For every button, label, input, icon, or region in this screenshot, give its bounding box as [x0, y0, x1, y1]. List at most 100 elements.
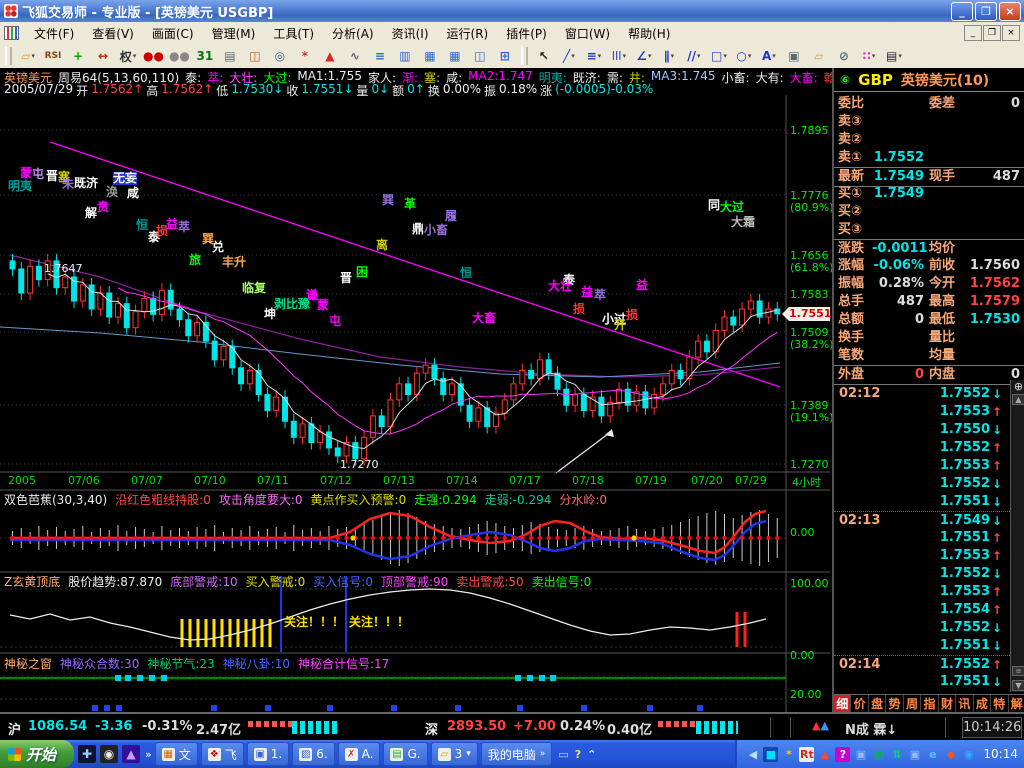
quote-tab-特[interactable]: 特 — [991, 695, 1008, 712]
ie-icon[interactable]: e — [925, 747, 940, 762]
p3-blue-square — [265, 705, 271, 711]
quote-tab-解[interactable]: 解 — [1009, 695, 1024, 712]
keyboard-icon[interactable]: ▭ — [558, 748, 568, 761]
taskbar-button-3[interactable]: ▱3▾ — [431, 742, 478, 766]
scroll-grip[interactable]: ≡ — [1012, 666, 1024, 676]
scroll-down-icon[interactable]: ▼ — [1012, 680, 1024, 691]
minimize-button[interactable]: _ — [951, 2, 973, 21]
menu-查看(V)[interactable]: 查看(V) — [83, 23, 143, 44]
green-grid-icon[interactable]: ▦ — [871, 747, 886, 762]
book-icon[interactable]: ◫ — [243, 45, 267, 67]
move-cross-icon[interactable]: + — [66, 45, 90, 67]
gray-lights-icon[interactable]: ●● — [167, 45, 192, 67]
menu-管理(M)[interactable]: 管理(M) — [203, 23, 265, 44]
calendar-icon[interactable]: 31 — [193, 45, 217, 67]
fanlines-tool-icon[interactable]: ∠▾ — [632, 45, 656, 67]
menu-插件(P)[interactable]: 插件(P) — [497, 23, 556, 44]
copy-tool-icon[interactable]: ▣ — [782, 45, 806, 67]
updown-icon[interactable]: ⇅ — [889, 747, 904, 762]
monitor-icon[interactable]: ■ — [763, 747, 778, 762]
tick-scrollbar[interactable]: ⊕ ▲ ≡ ▼ — [1010, 380, 1024, 692]
antenna-icon[interactable]: ▲ — [817, 747, 832, 762]
list-view-icon[interactable]: ≡ — [368, 45, 392, 67]
tools-icon[interactable]: * — [293, 45, 317, 67]
quick-launch-2[interactable]: ◉ — [100, 745, 118, 763]
alarm-bell-icon[interactable]: ▲ — [318, 45, 342, 67]
quote-tab-盘[interactable]: 盘 — [869, 695, 886, 712]
quote-tab-讯[interactable]: 讯 — [956, 695, 973, 712]
quote-tab-势[interactable]: 势 — [886, 695, 903, 712]
quote-tab-指[interactable]: 指 — [921, 695, 938, 712]
menu-帮助(H)[interactable]: 帮助(H) — [619, 23, 679, 44]
taskbar-button-飞[interactable]: ❖飞 — [201, 742, 244, 766]
main-chart-svg[interactable] — [0, 95, 830, 712]
trendline-tool-icon[interactable]: ╱▾ — [557, 45, 581, 67]
eraser-tool-icon[interactable]: ▱ — [807, 45, 831, 67]
menu-分析(A)[interactable]: 分析(A) — [323, 23, 383, 44]
chart-window1-icon[interactable]: ▦ — [418, 45, 442, 67]
menu-文件(F)[interactable]: 文件(F) — [25, 23, 83, 44]
menu-窗口(W)[interactable]: 窗口(W) — [556, 23, 619, 44]
open-chart-icon[interactable]: ▱▾ — [16, 45, 40, 67]
text-tool-icon[interactable]: A▾ — [757, 45, 781, 67]
expand-icon[interactable]: ⌃ — [587, 748, 596, 761]
chart-window3-icon[interactable]: ◫ — [468, 45, 492, 67]
burst-icon[interactable]: * — [781, 747, 796, 762]
pointer-icon[interactable]: ↖ — [532, 45, 556, 67]
taskbar-button-6.[interactable]: ▨6. — [292, 742, 334, 766]
menu-运行(R)[interactable]: 运行(R) — [438, 23, 498, 44]
mdi-restore-button[interactable]: ❐ — [983, 25, 1001, 41]
spread-arrow-icon[interactable]: ↔ — [91, 45, 115, 67]
scroll-up-icon[interactable]: ▲ — [1012, 394, 1024, 405]
taskbar-button-G.[interactable]: ▤G. — [383, 742, 427, 766]
pages-icon[interactable]: ▤ — [218, 45, 242, 67]
save-tool-icon[interactable]: ▤▾ — [882, 45, 906, 67]
quick-launch-3[interactable]: ▲ — [122, 745, 140, 763]
rights-adjust-icon[interactable]: 权▾ — [116, 45, 140, 67]
taskbar-button-文[interactable]: ▦文 — [155, 742, 198, 766]
magenta-help-icon[interactable]: ? — [835, 747, 850, 762]
close-button[interactable]: × — [999, 2, 1021, 21]
quick-launch-1[interactable]: ✚ — [78, 745, 96, 763]
hlines-tool-icon[interactable]: ≡▾ — [582, 45, 606, 67]
plug-icon[interactable]: ∿ — [343, 45, 367, 67]
channel-tool-icon[interactable]: ∥▾ — [657, 45, 681, 67]
vlines-tool-icon[interactable]: |||▾ — [607, 45, 631, 67]
rt-quote-icon[interactable]: Rt — [799, 747, 814, 762]
p1-red-dot — [72, 536, 76, 540]
chart-window2-icon[interactable]: ▦ — [443, 45, 467, 67]
rsi-indicator-icon[interactable]: RSI — [41, 45, 65, 67]
quote-tab-财[interactable]: 财 — [939, 695, 956, 712]
taskbar-button-1.[interactable]: ▣1. — [247, 742, 289, 766]
cam-icon[interactable]: ◉ — [961, 747, 976, 762]
search-doc-icon[interactable]: ◎ — [268, 45, 292, 67]
start-button[interactable]: 开始 — [0, 740, 74, 768]
menu-画面(C)[interactable]: 画面(C) — [143, 23, 203, 44]
quote-tab-周[interactable]: 周 — [904, 695, 921, 712]
columns-view-icon[interactable]: ▥ — [393, 45, 417, 67]
quote-tab-价[interactable]: 价 — [851, 695, 868, 712]
slashes-tool-icon[interactable]: //▾ — [682, 45, 706, 67]
palette-icon[interactable]: ∷▾ — [857, 45, 881, 67]
rect-tool-icon[interactable]: □▾ — [707, 45, 731, 67]
network-icon[interactable]: ▣ — [853, 747, 868, 762]
help-tray-icon[interactable]: ? — [575, 748, 581, 761]
ellipse-tool-icon[interactable]: ○▾ — [732, 45, 756, 67]
mdi-close-button[interactable]: × — [1002, 25, 1020, 41]
quick-chevron[interactable]: » — [145, 748, 152, 761]
menu-资讯(I)[interactable]: 资讯(I) — [383, 23, 438, 44]
menu-工具(T)[interactable]: 工具(T) — [264, 23, 323, 44]
quote-tab-成[interactable]: 成 — [974, 695, 991, 712]
quote-tab-细[interactable]: 细 — [834, 695, 851, 712]
network2-icon[interactable]: ▣ — [907, 747, 922, 762]
taskbar-button-A.[interactable]: ✗A. — [338, 742, 381, 766]
traffic-lights-icon[interactable]: ●● — [141, 45, 166, 67]
taskbar-button-我的电脑[interactable]: 我的电脑» — [481, 742, 553, 766]
chart-window4-icon[interactable]: ⊞ — [493, 45, 517, 67]
mdi-minimize-button[interactable]: _ — [964, 25, 982, 41]
red-shape-icon[interactable]: ◆ — [943, 747, 958, 762]
toolbar-grip — [521, 47, 528, 65]
back-circle-icon[interactable]: ◀ — [745, 747, 760, 762]
restore-button[interactable]: ❐ — [975, 2, 997, 21]
protect-tool-icon[interactable]: ⊘ — [832, 45, 856, 67]
